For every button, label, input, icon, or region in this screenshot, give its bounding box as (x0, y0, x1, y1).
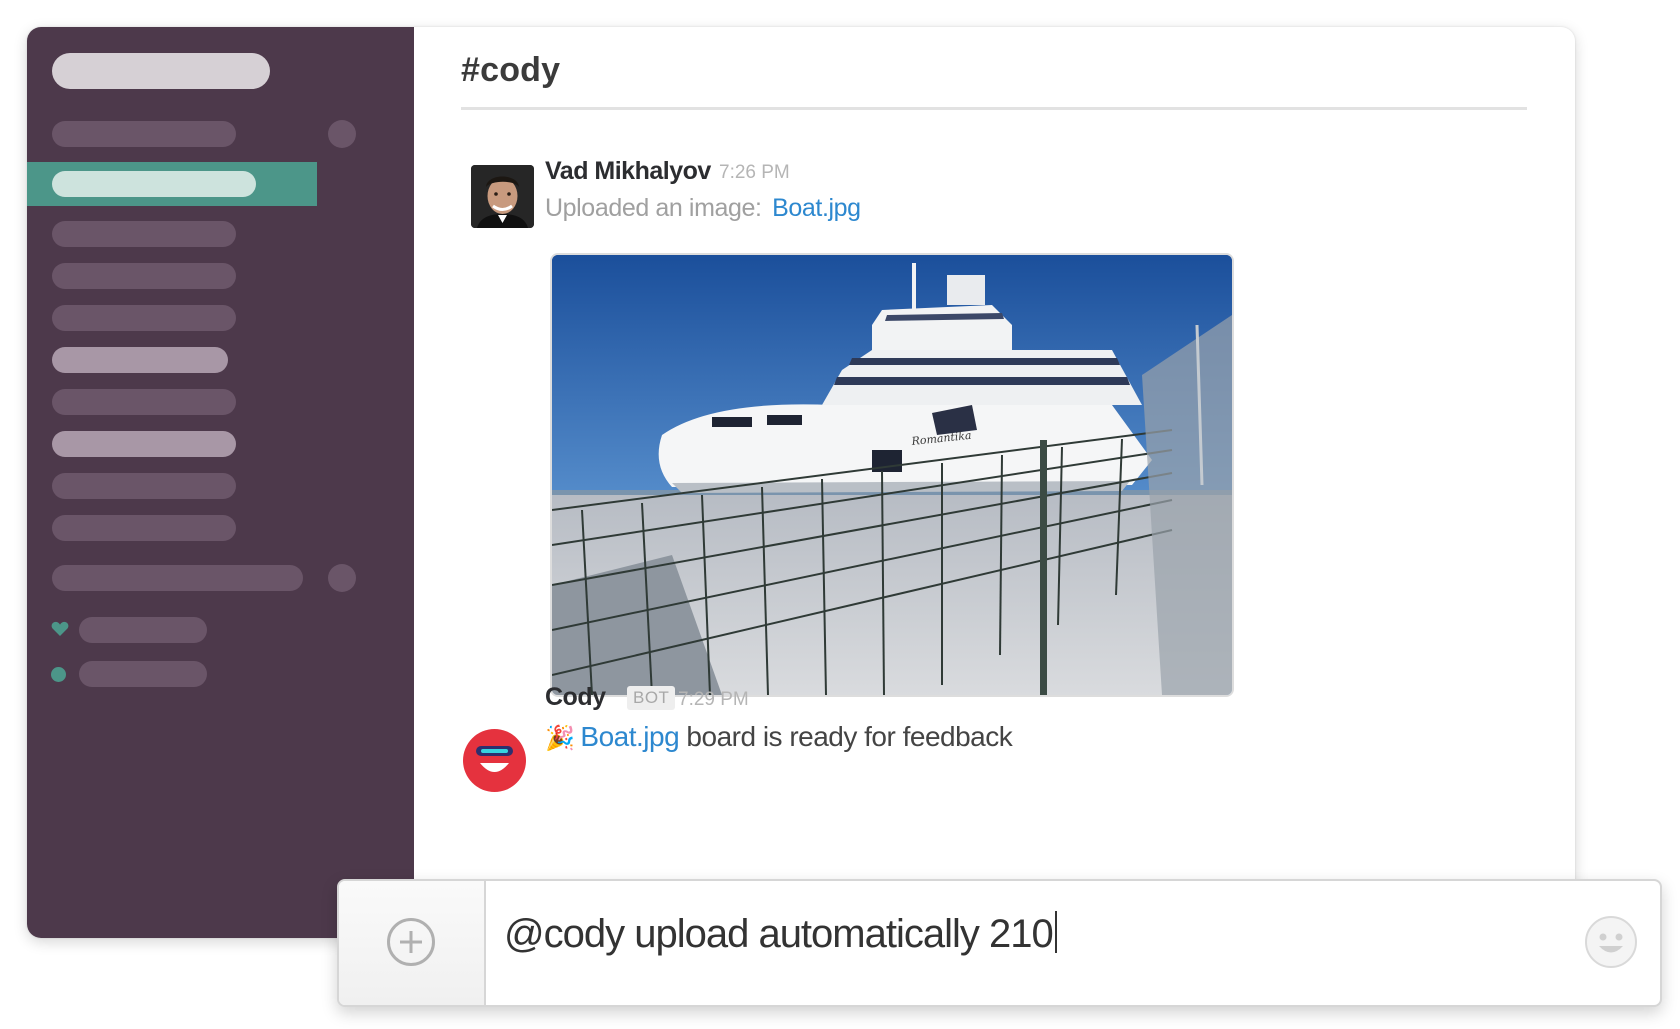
message-input-value: @cody upload automatically 210 (504, 912, 1054, 956)
file-link[interactable]: Boat.jpg (580, 721, 679, 752)
sidebar-dm-header-placeholder[interactable] (52, 565, 303, 591)
sidebar-item-placeholder[interactable] (52, 221, 236, 247)
heart-icon (51, 621, 69, 636)
presence-dot-icon (51, 667, 66, 682)
message-timestamp[interactable]: 7:26 PM (719, 162, 790, 184)
sidebar-item-placeholder[interactable] (52, 263, 236, 289)
message-author[interactable]: Vad Mikhalyov (545, 157, 711, 186)
sidebar-section-header-placeholder[interactable] (52, 121, 236, 147)
message-composer: @cody upload automatically 210 (337, 879, 1662, 1007)
avatar[interactable] (471, 165, 534, 228)
sidebar-dm-placeholder[interactable] (79, 617, 207, 643)
add-dm-icon[interactable] (328, 564, 356, 592)
avatar[interactable] (463, 729, 526, 792)
message-text-prefix: Uploaded an image: (545, 194, 762, 222)
channel-title: #cody (461, 51, 561, 89)
message-body: 🎉 Boat.jpg board is ready for feedback (545, 721, 1013, 753)
sidebar-item-placeholder[interactable] (52, 389, 236, 415)
bot-avatar-icon (476, 746, 513, 772)
sidebar-item-unread-placeholder[interactable] (52, 347, 228, 373)
text-caret (1054, 911, 1057, 953)
bot-badge: BOT (627, 686, 676, 710)
file-link[interactable]: Boat.jpg (772, 194, 861, 222)
image-attachment[interactable]: Romantika (550, 253, 1234, 697)
message-text-suffix: board is ready for feedback (686, 721, 1013, 752)
message-author[interactable]: Cody (545, 683, 606, 712)
sidebar-item-unread-placeholder[interactable] (52, 431, 236, 457)
plus-circle-icon[interactable] (387, 918, 435, 966)
message-timestamp[interactable]: 7:29 PM (678, 689, 749, 711)
header-divider (461, 107, 1527, 110)
app-window: #cody Vad Mikhalyov 7:26 PM Uploaded an … (27, 27, 1575, 938)
sidebar-item-placeholder[interactable] (52, 305, 236, 331)
message-pane: #cody Vad Mikhalyov 7:26 PM Uploaded an … (414, 27, 1575, 938)
add-channel-icon[interactable] (328, 120, 356, 148)
boat-photo-icon: Romantika (552, 255, 1232, 695)
sidebar (27, 27, 414, 938)
party-popper-icon: 🎉 (545, 725, 575, 752)
user-photo-icon (471, 165, 534, 228)
sidebar-dm-placeholder[interactable] (79, 661, 207, 687)
team-name-placeholder[interactable] (52, 53, 270, 89)
smiley-icon[interactable] (1584, 915, 1638, 969)
message-input[interactable]: @cody upload automatically 210 (504, 911, 1057, 957)
attach-button[interactable] (339, 881, 486, 1005)
sidebar-item-placeholder[interactable] (52, 473, 236, 499)
message-body: Uploaded an image: Boat.jpg (545, 194, 861, 223)
sidebar-item-active-label-placeholder (52, 171, 256, 197)
sidebar-item-placeholder[interactable] (52, 515, 236, 541)
